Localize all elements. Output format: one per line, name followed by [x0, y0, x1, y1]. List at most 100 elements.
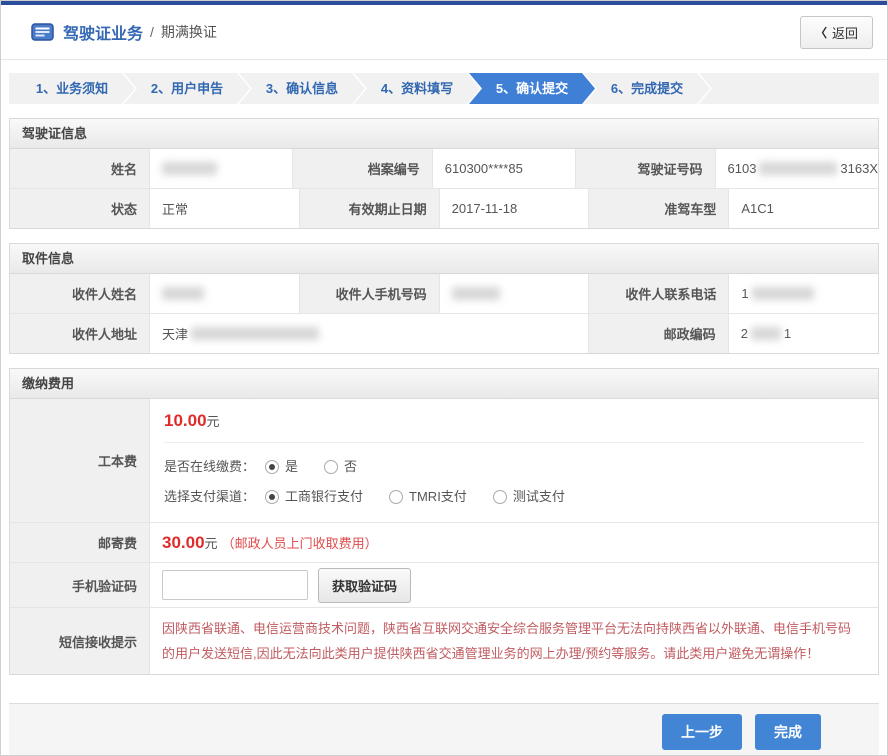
online-pay-radio-group: 是否在线缴费： 是 否	[164, 456, 864, 478]
redacted-license-number	[759, 162, 837, 175]
online-pay-question: 是否在线缴费：	[164, 456, 255, 478]
radio-channel-test[interactable]	[493, 490, 507, 504]
vehicle-class-value: A1C1	[729, 189, 878, 228]
radio-channel-tmri[interactable]	[389, 490, 403, 504]
page-title: 驾驶证业务	[63, 20, 143, 44]
fees-section-title: 缴纳费用	[10, 369, 878, 399]
radio-online-yes[interactable]	[265, 460, 279, 474]
page-header: 驾驶证业务 / 期满换证 〈 返回	[1, 5, 887, 60]
captcha-value-cell: 获取验证码	[150, 563, 878, 607]
postcode-value: 2 1	[729, 314, 878, 353]
radio-online-yes-label[interactable]: 是	[285, 456, 298, 478]
captcha-input[interactable]	[162, 570, 308, 600]
status-value: 正常	[150, 189, 300, 228]
radio-channel-icbc[interactable]	[265, 490, 279, 504]
redacted-postcode	[751, 327, 781, 340]
license-section-title: 驾驶证信息	[10, 119, 878, 149]
production-fee-label: 工本费	[10, 399, 150, 522]
radio-channel-test-label[interactable]: 测试支付	[513, 486, 565, 508]
recipient-address-label: 收件人地址	[10, 314, 150, 353]
step-5-confirm-submit-active[interactable]: 5、确认提交	[469, 73, 595, 104]
recipient-name-value	[150, 274, 300, 313]
mail-fee-label: 邮寄费	[10, 523, 150, 562]
redacted-name	[162, 162, 217, 175]
production-fee-amount-line: 10.00元	[164, 411, 864, 431]
captcha-label: 手机验证码	[10, 563, 150, 607]
redacted-recipient-name	[162, 287, 204, 300]
postcode-suffix: 1	[784, 326, 791, 341]
vehicle-class-label: 准驾车型	[589, 189, 729, 228]
currency-unit: 元	[205, 533, 218, 552]
radio-online-no[interactable]	[324, 460, 338, 474]
postcode-prefix: 2	[741, 326, 748, 341]
file-number-value: 610300****85	[433, 149, 576, 188]
recipient-address-value: 天津	[150, 314, 589, 353]
fee-divider	[164, 442, 864, 443]
pay-channel-question: 选择支付渠道：	[164, 486, 255, 508]
name-label: 姓名	[10, 149, 150, 188]
recipient-phone-value: 1	[729, 274, 878, 313]
table-row: 状态 正常 有效期止日期 2017-11-18 准驾车型 A1C1	[10, 189, 878, 228]
step-3-confirm-info[interactable]: 3、确认信息	[239, 73, 365, 104]
table-row: 收件人姓名 收件人手机号码 收件人联系电话 1	[10, 274, 878, 314]
redacted-phone	[752, 287, 814, 300]
document-list-icon	[31, 23, 54, 41]
redacted-address	[191, 327, 319, 340]
radio-online-no-label[interactable]: 否	[344, 456, 357, 478]
sms-notice-label: 短信接收提示	[10, 608, 150, 674]
sms-notice-row: 短信接收提示 因陕西省联通、电信运营商技术问题，陕西省互联网交通安全综合服务管理…	[10, 608, 878, 674]
expiry-date-value: 2017-11-18	[440, 189, 590, 228]
status-label: 状态	[10, 189, 150, 228]
step-6-complete-submit[interactable]: 6、完成提交	[584, 73, 710, 104]
pay-channel-radio-group: 选择支付渠道： 工商银行支付 TMRI支付 测试支付	[164, 486, 864, 508]
finish-button[interactable]: 完成	[755, 714, 821, 750]
pickup-info-section: 取件信息 收件人姓名 收件人手机号码 收件人联系电话 1 收件人地址 天津 邮政…	[9, 243, 879, 354]
expiry-date-label: 有效期止日期	[300, 189, 440, 228]
redacted-mobile	[452, 287, 500, 300]
recipient-name-label: 收件人姓名	[10, 274, 150, 313]
production-fee-row: 工本费 10.00元 是否在线缴费： 是 否 选择支付渠道： 工商银行支付	[10, 399, 878, 523]
production-fee-value: 10.00元 是否在线缴费： 是 否 选择支付渠道： 工商银行支付 TMRI支付	[150, 399, 878, 522]
footer-action-bar: 上一步 完成	[9, 703, 879, 756]
license-number-prefix: 6103	[728, 161, 757, 176]
currency-unit: 元	[207, 414, 220, 429]
mail-fee-row: 邮寄费 30.00元 （邮政人员上门收取费用）	[10, 523, 878, 563]
step-4-fill-data[interactable]: 4、资料填写	[354, 73, 480, 104]
name-value	[150, 149, 293, 188]
step-wizard-filler	[699, 73, 879, 104]
table-row: 收件人地址 天津 邮政编码 2 1	[10, 314, 878, 353]
breadcrumb-current: 期满换证	[161, 22, 217, 42]
mail-fee-value: 30.00元 （邮政人员上门收取费用）	[150, 523, 878, 562]
captcha-row: 手机验证码 获取验证码	[10, 563, 878, 608]
page-container: 驾驶证业务 / 期满换证 〈 返回 1、业务须知 2、用户申告 3、确认信息 4…	[0, 0, 888, 756]
back-button-label: 返回	[832, 23, 858, 42]
license-number-label: 驾驶证号码	[576, 149, 716, 188]
previous-step-button[interactable]: 上一步	[662, 714, 742, 750]
address-prefix: 天津	[162, 324, 188, 343]
table-row: 姓名 档案编号 610300****85 驾驶证号码 6103 3163X	[10, 149, 878, 189]
license-info-section: 驾驶证信息 姓名 档案编号 610300****85 驾驶证号码 6103 31…	[9, 118, 879, 229]
step-2-user-declaration[interactable]: 2、用户申告	[124, 73, 250, 104]
breadcrumb-divider: /	[150, 24, 154, 40]
production-fee-amount: 10.00	[164, 411, 207, 430]
recipient-phone-label: 收件人联系电话	[589, 274, 729, 313]
phone-prefix: 1	[741, 286, 748, 301]
pickup-section-title: 取件信息	[10, 244, 878, 274]
file-number-label: 档案编号	[293, 149, 433, 188]
radio-channel-icbc-label[interactable]: 工商银行支付	[285, 486, 363, 508]
sms-notice-text: 因陕西省联通、电信运营商技术问题，陕西省互联网交通安全综合服务管理平台无法向持陕…	[150, 608, 878, 674]
postcode-label: 邮政编码	[589, 314, 729, 353]
step-wizard: 1、业务须知 2、用户申告 3、确认信息 4、资料填写 5、确认提交 6、完成提…	[9, 73, 879, 104]
fees-section: 缴纳费用 工本费 10.00元 是否在线缴费： 是 否 选择支付渠道：	[9, 368, 879, 675]
step-1-business-notice[interactable]: 1、业务须知	[9, 73, 135, 104]
get-captcha-button[interactable]: 获取验证码	[318, 568, 411, 603]
radio-channel-tmri-label[interactable]: TMRI支付	[409, 486, 467, 508]
recipient-mobile-label: 收件人手机号码	[300, 274, 440, 313]
mail-fee-amount: 30.00	[162, 533, 205, 553]
mail-fee-note: （邮政人员上门收取费用）	[222, 533, 378, 552]
recipient-mobile-value	[440, 274, 590, 313]
chevron-left-icon: 〈	[815, 24, 827, 41]
license-number-suffix: 3163X	[840, 161, 878, 176]
back-button[interactable]: 〈 返回	[800, 16, 873, 49]
license-number-value: 6103 3163X	[716, 149, 879, 188]
